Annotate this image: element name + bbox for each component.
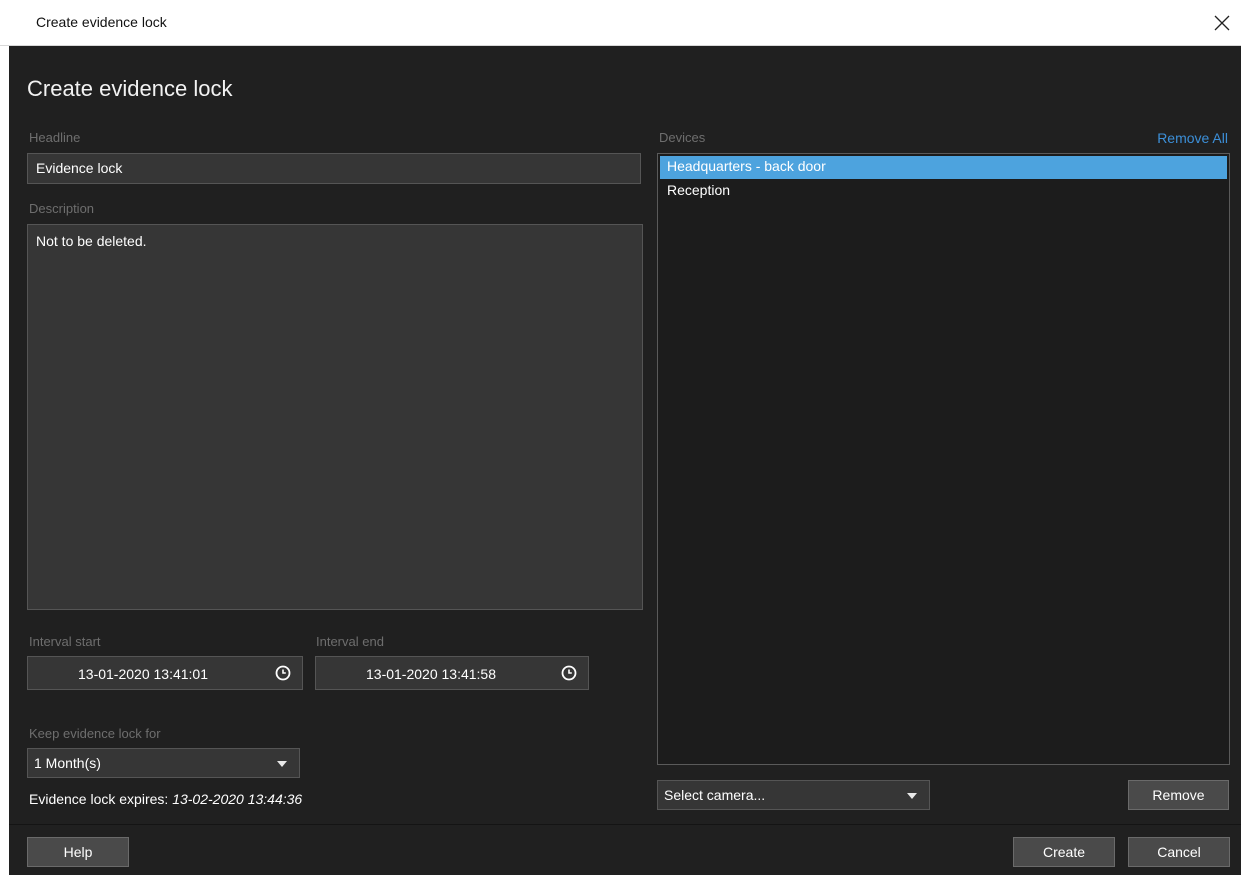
devices-list[interactable]: Headquarters - back door Reception [657,153,1230,765]
clock-icon[interactable] [274,664,292,682]
cancel-button[interactable]: Cancel [1128,837,1230,867]
clock-icon[interactable] [560,664,578,682]
interval-end-value: 13-01-2020 13:41:58 [366,666,496,682]
dialog-heading: Create evidence lock [27,76,233,101]
interval-start-value: 13-01-2020 13:41:01 [78,666,208,682]
list-item[interactable]: Reception [658,179,1229,203]
footer-divider [9,824,1241,825]
remove-all-link[interactable]: Remove All [1157,130,1228,146]
chevron-down-icon [907,793,917,799]
expiry-label: Evidence lock expires: [29,791,169,807]
window-left-edge [0,46,9,875]
interval-end-field[interactable]: 13-01-2020 13:41:58 [315,656,589,690]
keep-lock-value: 1 Month(s) [34,755,101,771]
window-titlebar: Create evidence lock [0,0,1241,46]
remove-button[interactable]: Remove [1128,780,1229,810]
description-label: Description [29,201,95,216]
interval-end-label: Interval end [316,634,384,649]
expiry-info: Evidence lock expires: 13-02-2020 13:44:… [29,791,302,807]
close-icon[interactable] [1207,9,1237,37]
select-camera-dropdown[interactable]: Select camera... [657,780,930,810]
list-item[interactable]: Headquarters - back door [660,156,1227,179]
select-camera-value: Select camera... [664,787,766,803]
help-button[interactable]: Help [27,837,129,867]
window-title: Create evidence lock [36,14,167,30]
headline-label: Headline [29,130,81,145]
expiry-date: 13-02-2020 13:44:36 [172,791,303,807]
evidence-lock-dialog: Create evidence lock Headline Evidence l… [9,46,1241,875]
headline-input[interactable]: Evidence lock [27,153,641,184]
description-textarea[interactable]: Not to be deleted. [27,224,643,610]
interval-start-field[interactable]: 13-01-2020 13:41:01 [27,656,303,690]
create-button[interactable]: Create [1013,837,1115,867]
chevron-down-icon [277,761,287,767]
interval-start-label: Interval start [29,634,101,649]
keep-lock-dropdown[interactable]: 1 Month(s) [27,748,300,778]
keep-lock-label: Keep evidence lock for [29,726,161,741]
devices-label: Devices [659,130,706,145]
